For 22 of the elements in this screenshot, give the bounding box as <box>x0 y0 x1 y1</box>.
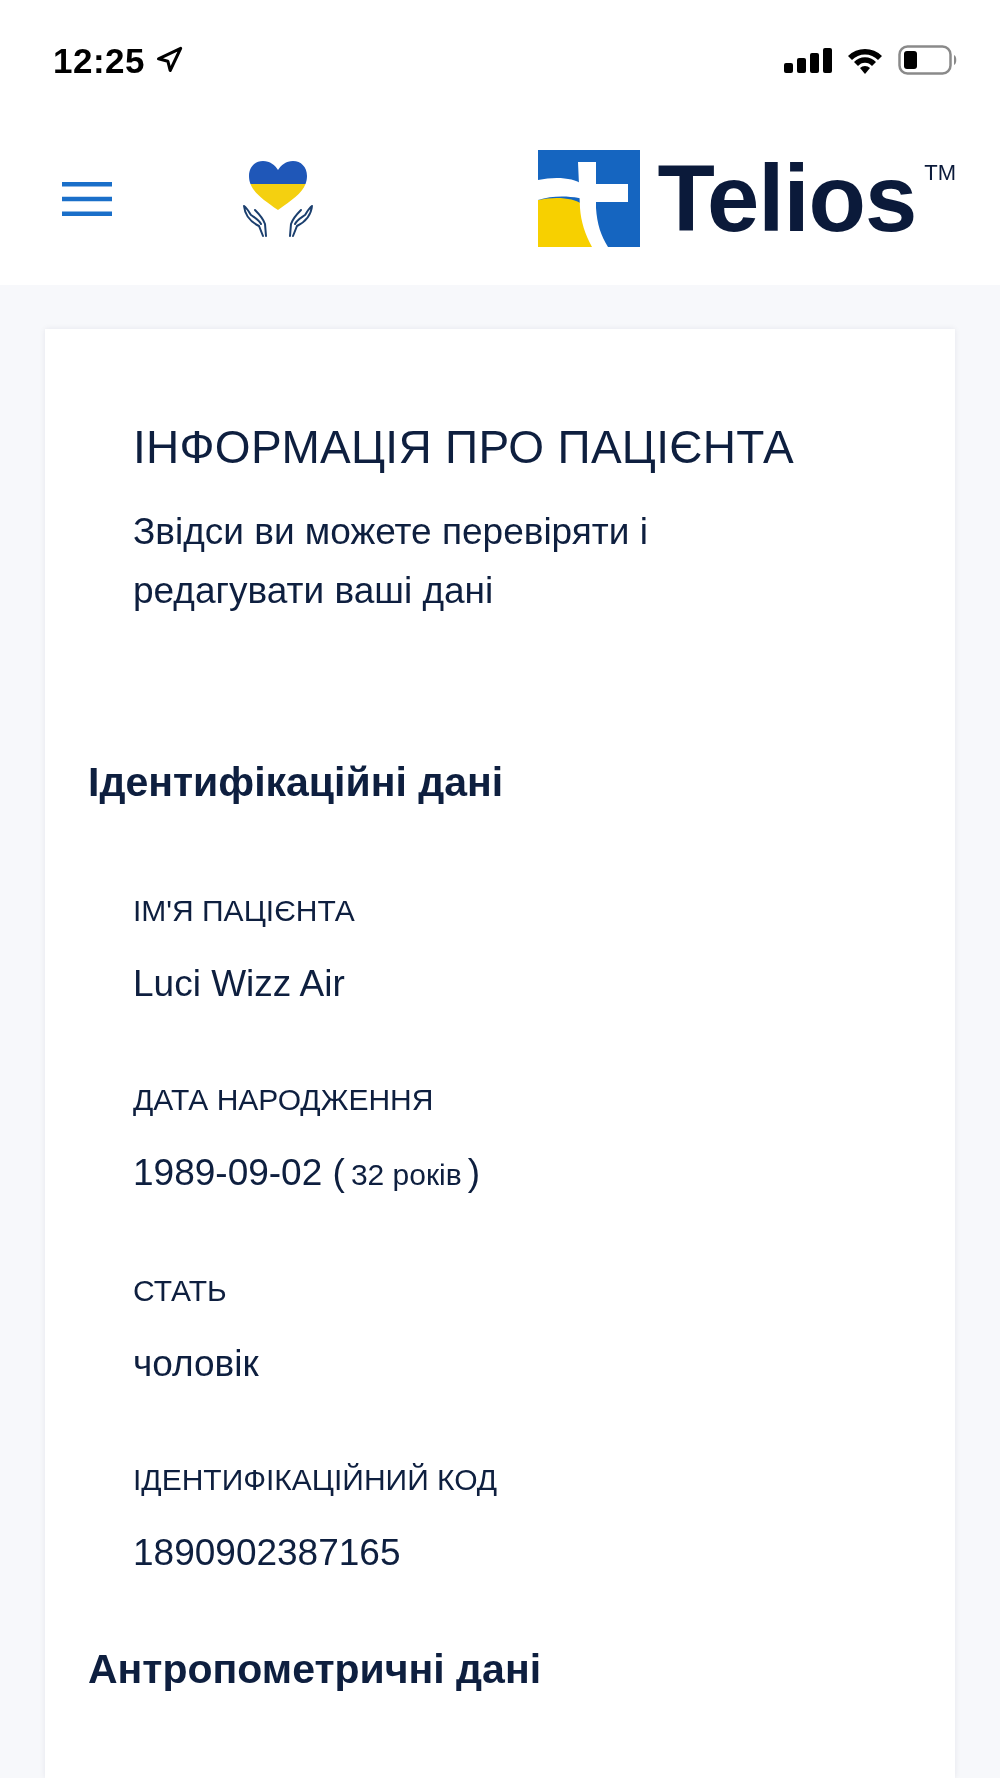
field-label: ІМ'Я ПАЦІЄНТА <box>133 893 356 929</box>
wifi-icon <box>846 46 884 74</box>
menu-icon <box>62 181 112 216</box>
section-heading: Ідентифікаційні дані <box>88 758 505 807</box>
status-time: 12:25 <box>53 42 146 78</box>
field-value: 1989-09-02 ( 32 років ) <box>133 1151 481 1195</box>
section-heading: Антропометричні дані <box>88 1645 543 1694</box>
trademark-mark: TM <box>924 162 956 184</box>
page-subtitle: Звідси ви можете перевіряти і редагувати ваші дані <box>133 510 649 613</box>
field-label: ІДЕНТИФІКАЦІЙНИЙ КОД <box>133 1462 499 1498</box>
field-value: чоловік <box>133 1342 260 1386</box>
location-arrow-icon <box>155 46 184 74</box>
page-title: ІНФОРМАЦІЯ ПРО ПАЦІЄНТА <box>133 421 795 473</box>
field-value: 1890902387165 <box>133 1531 402 1575</box>
field-label: ДАТА НАРОДЖЕННЯ <box>133 1082 435 1118</box>
logo-wordmark: Telios <box>657 151 917 246</box>
heart-hands-icon <box>241 159 315 238</box>
cross-logo-icon <box>537 150 640 247</box>
field-value: Luci Wizz Air <box>133 962 346 1006</box>
battery-icon <box>898 45 958 75</box>
signal-icon <box>784 47 832 73</box>
field-label: СТАТЬ <box>133 1273 228 1309</box>
